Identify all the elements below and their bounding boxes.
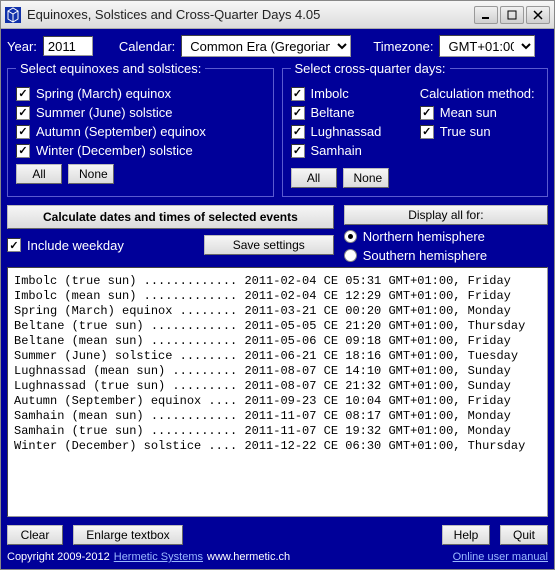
include-weekday-checkbox[interactable]: ✓: [7, 238, 21, 252]
app-icon: [5, 7, 21, 23]
cq-item-1-label: Beltane: [311, 105, 355, 120]
save-settings-button[interactable]: Save settings: [204, 235, 334, 255]
year-label: Year:: [7, 39, 37, 54]
titlebar: Equinoxes, Solstices and Cross-Quarter D…: [1, 1, 554, 29]
south-hemisphere-radio[interactable]: [344, 249, 357, 262]
minimize-button[interactable]: [474, 6, 498, 24]
cq-method-1-label: True sun: [440, 124, 491, 139]
es-item-2-checkbox[interactable]: ✓: [16, 125, 30, 139]
company-url: www.hermetic.ch: [207, 551, 290, 563]
top-controls: Year: Calendar: Common Era (Gregorian) T…: [7, 35, 548, 57]
online-manual-link[interactable]: Online user manual: [453, 551, 548, 563]
cq-item-0-label: Imbolc: [311, 86, 349, 101]
south-hemisphere-label: Southern hemisphere: [363, 248, 487, 263]
cross-quarter-group: Select cross-quarter days: ✓ Imbolc ✓ Belta…: [282, 61, 549, 197]
cq-method-1-checkbox[interactable]: ✓: [420, 125, 434, 139]
es-item-1-label: Summer (June) solstice: [36, 105, 173, 120]
cq-item-1-checkbox[interactable]: ✓: [291, 106, 305, 120]
cq-item-0-row: ✓ Imbolc: [291, 86, 410, 101]
es-item-0-label: Spring (March) equinox: [36, 86, 171, 101]
es-item-0-checkbox[interactable]: ✓: [16, 87, 30, 101]
clear-button[interactable]: Clear: [7, 525, 63, 545]
es-none-button[interactable]: None: [68, 164, 114, 184]
timezone-label: Timezone:: [373, 39, 433, 54]
calendar-select[interactable]: Common Era (Gregorian): [181, 35, 351, 57]
es-item-3-row: ✓ Winter (December) solstice: [16, 143, 265, 158]
cq-item-3-checkbox[interactable]: ✓: [291, 144, 305, 158]
display-all-button[interactable]: Display all for:: [344, 205, 548, 225]
close-button[interactable]: [526, 6, 550, 24]
es-item-2-label: Autumn (September) equinox: [36, 124, 206, 139]
calendar-label: Calendar:: [119, 39, 175, 54]
quit-button[interactable]: Quit: [500, 525, 548, 545]
es-item-2-row: ✓ Autumn (September) equinox: [16, 124, 265, 139]
cq-legend: Select cross-quarter days:: [291, 61, 450, 76]
cq-item-1-row: ✓ Beltane: [291, 105, 410, 120]
cq-item-3-row: ✓ Samhain: [291, 143, 410, 158]
window-title: Equinoxes, Solstices and Cross-Quarter D…: [27, 7, 468, 22]
calc-method-label: Calculation method:: [420, 86, 539, 101]
cq-item-2-checkbox[interactable]: ✓: [291, 125, 305, 139]
cq-method-0-checkbox[interactable]: ✓: [420, 106, 434, 120]
north-hemisphere-label: Northern hemisphere: [363, 229, 485, 244]
results-textbox[interactable]: Imbolc (true sun) ............. 2011-02-…: [7, 267, 548, 517]
cq-item-0-checkbox[interactable]: ✓: [291, 87, 305, 101]
cq-all-button[interactable]: All: [291, 168, 337, 188]
cq-item-2-label: Lughnassad: [311, 124, 382, 139]
north-hemisphere-radio[interactable]: [344, 230, 357, 243]
es-item-1-checkbox[interactable]: ✓: [16, 106, 30, 120]
include-weekday-label: Include weekday: [27, 238, 124, 253]
app-window: Equinoxes, Solstices and Cross-Quarter D…: [0, 0, 555, 570]
es-item-3-label: Winter (December) solstice: [36, 143, 193, 158]
company-link[interactable]: Hermetic Systems: [114, 551, 203, 563]
calculate-button[interactable]: Calculate dates and times of selected ev…: [7, 205, 334, 229]
copyright-text: Copyright 2009-2012: [7, 551, 110, 563]
cq-item-3-label: Samhain: [311, 143, 362, 158]
maximize-button[interactable]: [500, 6, 524, 24]
es-item-1-row: ✓ Summer (June) solstice: [16, 105, 265, 120]
es-all-button[interactable]: All: [16, 164, 62, 184]
cq-method-0-row: ✓ Mean sun: [420, 105, 539, 120]
help-button[interactable]: Help: [442, 525, 490, 545]
equinox-solstice-group: Select equinoxes and solstices: ✓ Spring …: [7, 61, 274, 197]
timezone-select[interactable]: GMT+01:00: [439, 35, 535, 57]
cq-method-1-row: ✓ True sun: [420, 124, 539, 139]
es-item-0-row: ✓ Spring (March) equinox: [16, 86, 265, 101]
enlarge-textbox-button[interactable]: Enlarge textbox: [73, 525, 183, 545]
es-item-3-checkbox[interactable]: ✓: [16, 144, 30, 158]
cq-method-0-label: Mean sun: [440, 105, 497, 120]
cq-item-2-row: ✓ Lughnassad: [291, 124, 410, 139]
cq-none-button[interactable]: None: [343, 168, 389, 188]
es-legend: Select equinoxes and solstices:: [16, 61, 205, 76]
year-input[interactable]: [43, 36, 93, 56]
